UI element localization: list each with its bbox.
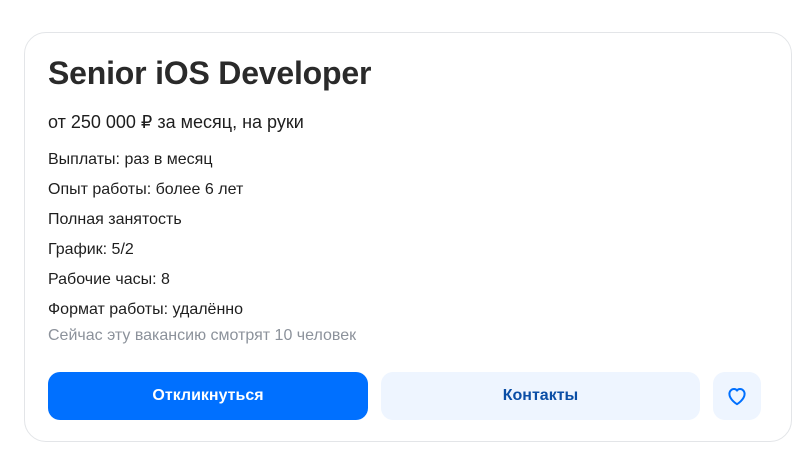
respond-button[interactable]: Откликнуться: [48, 372, 368, 420]
fact-employment: Полная занятость: [48, 211, 182, 228]
fact-schedule: График: 5/2: [48, 241, 134, 258]
vacancy-card: Senior iOS Developer от 250 000 ₽ за мес…: [24, 32, 792, 442]
favorite-button[interactable]: [713, 372, 761, 420]
fact-experience: Опыт работы: более 6 лет: [48, 181, 244, 198]
vacancy-title: Senior iOS Developer: [48, 55, 372, 91]
viewers-count-note: Сейчас эту вакансию смотрят 10 человек: [48, 327, 357, 344]
contacts-button-label: Контакты: [502, 387, 579, 404]
vacancy-facts: Выплаты: раз в месяц Опыт работы: более …: [48, 145, 243, 325]
salary: от 250 000 ₽ за месяц, на руки: [48, 112, 304, 132]
fact-payments: Выплаты: раз в месяц: [48, 151, 213, 168]
contacts-button[interactable]: Контакты: [381, 372, 700, 420]
heart-icon: [725, 384, 749, 408]
respond-button-label: Откликнуться: [152, 387, 264, 404]
fact-working-hours: Рабочие часы: 8: [48, 271, 170, 288]
